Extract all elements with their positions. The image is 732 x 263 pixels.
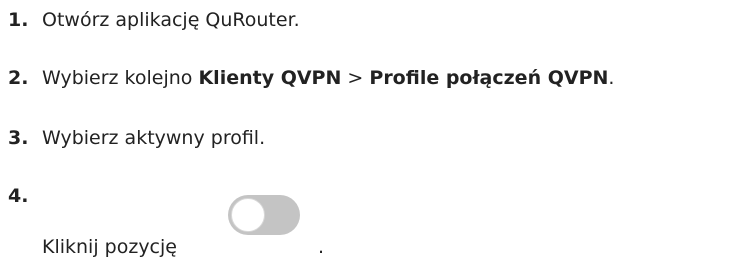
toggle-knob [231,198,265,232]
step-text-suffix: . [608,67,615,89]
step-text-prefix: Wybierz kolejno [42,67,199,89]
step-4: 4. [0,184,42,208]
step-3: 3. Wybierz aktywny profil. [0,126,265,150]
step-2: 2. Wybierz kolejno Klienty QVPN > Profile… [0,66,614,90]
toggle-switch-off[interactable] [228,195,300,235]
step-number: 4. [8,185,29,207]
step-4-text: Kliknij pozycję [42,236,177,258]
step-text: Wybierz aktywny profil. [42,127,266,149]
step-number: 2. [8,67,29,89]
menu-item-qvpn-connection-profiles: Profile połączeń QVPN [369,67,609,89]
step-4-suffix: . [318,236,325,258]
step-text: Otwórz aplikację QuRouter. [42,9,300,31]
step-1: 1. Otwórz aplikację QuRouter. [0,8,300,32]
menu-item-qvpn-clients: Klienty QVPN [198,67,342,89]
path-separator: > [341,67,370,89]
step-number: 3. [8,127,29,149]
step-number: 1. [8,9,29,31]
